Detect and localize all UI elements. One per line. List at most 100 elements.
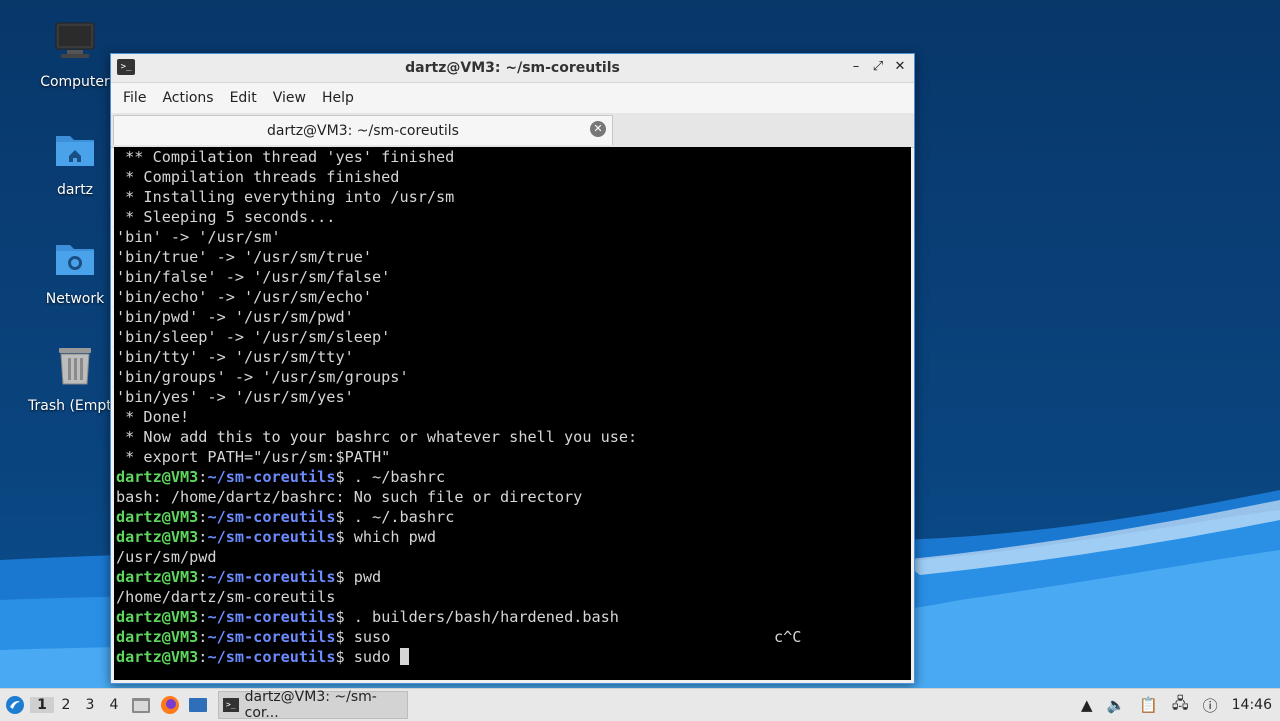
start-menu-button[interactable] <box>0 689 30 721</box>
line-text: 'bin/sleep' -> '/usr/sm/sleep' <box>116 328 391 346</box>
lubuntu-logo-icon <box>6 696 24 714</box>
task-label: dartz@VM3: ~/sm-cor... <box>244 689 377 721</box>
minimize-icon[interactable]: – <box>848 58 864 76</box>
terminal-command-line: dartz@VM3:~/sm-coreutils$ . builders/bas… <box>114 607 911 627</box>
line-text: /usr/sm/pwd <box>116 548 217 566</box>
terminal-output-line: 'bin/tty' -> '/usr/sm/tty' <box>114 347 911 367</box>
terminal-command-line: dartz@VM3:~/sm-coreutils$ suso c^C <box>114 627 911 647</box>
clipboard-icon[interactable]: 📋 <box>1139 696 1158 714</box>
terminal-command-line: dartz@VM3:~/sm-coreutils$ pwd <box>114 567 911 587</box>
terminal-output-line: /home/dartz/sm-coreutils <box>114 587 911 607</box>
volume-icon[interactable]: 🔈 <box>1107 696 1126 714</box>
terminal-output-line: * export PATH="/usr/sm:$PATH" <box>114 447 911 467</box>
prompt-path: ~/sm-coreutils <box>207 648 336 666</box>
terminal-output-line: 'bin/echo' -> '/usr/sm/echo' <box>114 287 911 307</box>
line-text: 'bin/tty' -> '/usr/sm/tty' <box>116 348 354 366</box>
terminal-command-line: dartz@VM3:~/sm-coreutils$ which pwd <box>114 527 911 547</box>
menu-view[interactable]: View <box>267 90 316 106</box>
prompt-dollar: $ <box>335 608 345 626</box>
terminal-output-line: 'bin/yes' -> '/usr/sm/yes' <box>114 387 911 407</box>
line-text: * Now add this to your bashrc or whateve… <box>116 428 638 446</box>
terminal-command-line: dartz@VM3:~/sm-coreutils$ . ~/bashrc <box>114 467 911 487</box>
line-text: pwd <box>344 568 382 586</box>
workspace-3[interactable]: 3 <box>78 697 102 713</box>
prompt-user: dartz@VM3 <box>116 568 199 586</box>
terminal-output-line: * Now add this to your bashrc or whateve… <box>114 427 911 447</box>
terminal-output-line: ** Compilation thread 'yes' finished <box>114 147 911 167</box>
workspace-2[interactable]: 2 <box>54 697 78 713</box>
menu-edit[interactable]: Edit <box>224 90 267 106</box>
tray-up-icon[interactable]: ▲ <box>1081 696 1093 714</box>
line-text: * Sleeping 5 seconds... <box>116 208 336 226</box>
window-title: dartz@VM3: ~/sm-coreutils <box>405 60 620 76</box>
terminal-task-icon: >_ <box>223 698 239 712</box>
terminal-app-icon: >_ <box>117 59 135 75</box>
ctrl-c-echo: c^C <box>774 628 802 646</box>
terminal-output-line: * Done! <box>114 407 911 427</box>
prompt-dollar: $ <box>335 628 345 646</box>
taskbar: 1 2 3 4 >_ dartz@VM3: ~/sm-cor... ▲ 🔈 📋 … <box>0 688 1280 721</box>
terminal-output-line: 'bin/pwd' -> '/usr/sm/pwd' <box>114 307 911 327</box>
menu-help[interactable]: Help <box>316 90 364 106</box>
prompt-user: dartz@VM3 <box>116 628 199 646</box>
prompt-user: dartz@VM3 <box>116 508 199 526</box>
prompt-dollar: $ <box>335 468 345 486</box>
show-desktop-button[interactable] <box>184 689 212 721</box>
line-text: * Installing everything into /usr/sm <box>116 188 455 206</box>
trash-icon <box>59 348 91 385</box>
firefox-launcher[interactable] <box>156 689 184 721</box>
network-tray-icon[interactable]: 🖧 <box>1172 693 1189 718</box>
update-notifier-icon[interactable]: ⓘ <box>1203 695 1218 716</box>
close-icon[interactable]: ✕ <box>892 58 908 76</box>
prompt-path: ~/sm-coreutils <box>207 568 336 586</box>
terminal-command-line: dartz@VM3:~/sm-coreutils$ sudo <box>114 647 911 667</box>
workspace-4[interactable]: 4 <box>102 697 126 713</box>
window-titlebar[interactable]: >_ dartz@VM3: ~/sm-coreutils – ⤢ ✕ <box>111 54 914 83</box>
line-text: sudo <box>344 648 400 666</box>
menu-file[interactable]: File <box>117 90 156 106</box>
menu-bar: File Actions Edit View Help <box>111 83 914 113</box>
prompt-path: ~/sm-coreutils <box>207 468 336 486</box>
file-manager-launcher[interactable] <box>126 689 156 721</box>
menu-actions[interactable]: Actions <box>156 90 223 106</box>
network-folder-icon <box>56 245 94 275</box>
prompt-path: ~/sm-coreutils <box>207 628 336 646</box>
line-text: . ~/bashrc <box>344 468 446 486</box>
file-manager-icon <box>132 698 150 713</box>
terminal-output-line: * Compilation threads finished <box>114 167 911 187</box>
firefox-icon <box>161 696 179 714</box>
prompt-dollar: $ <box>335 528 345 546</box>
prompt-path: ~/sm-coreutils <box>207 508 336 526</box>
clock[interactable]: 14:46 <box>1232 697 1272 713</box>
terminal-output-line: * Sleeping 5 seconds... <box>114 207 911 227</box>
tab-terminal[interactable]: dartz@VM3: ~/sm-coreutils ✕ <box>113 115 613 145</box>
terminal-output-line: 'bin/groups' -> '/usr/sm/groups' <box>114 367 911 387</box>
tab-bar: dartz@VM3: ~/sm-coreutils ✕ <box>111 113 914 148</box>
tab-close-icon[interactable]: ✕ <box>590 121 606 137</box>
prompt-user: dartz@VM3 <box>116 528 199 546</box>
home-folder-icon <box>56 136 94 166</box>
maximize-icon[interactable]: ⤢ <box>870 58 886 76</box>
terminal-output-line: 'bin/false' -> '/usr/sm/false' <box>114 267 911 287</box>
task-terminal[interactable]: >_ dartz@VM3: ~/sm-cor... <box>218 689 408 721</box>
terminal-output-line: bash: /home/dartz/bashrc: No such file o… <box>114 487 911 507</box>
terminal-window[interactable]: >_ dartz@VM3: ~/sm-coreutils – ⤢ ✕ File … <box>110 53 915 684</box>
line-text: * export PATH="/usr/sm:$PATH" <box>116 448 391 466</box>
line-text: 'bin/echo' -> '/usr/sm/echo' <box>116 288 373 306</box>
terminal-output-line: 'bin/true' -> '/usr/sm/true' <box>114 247 911 267</box>
line-text: /home/dartz/sm-coreutils <box>116 588 336 606</box>
prompt-user: dartz@VM3 <box>116 468 199 486</box>
text-cursor <box>399 648 409 665</box>
prompt-path: ~/sm-coreutils <box>207 608 336 626</box>
terminal-output-line: 'bin/sleep' -> '/usr/sm/sleep' <box>114 327 911 347</box>
line-text: which pwd <box>344 528 437 546</box>
terminal-output-line: 'bin' -> '/usr/sm' <box>114 227 911 247</box>
prompt-dollar: $ <box>335 568 345 586</box>
prompt-path: ~/sm-coreutils <box>207 528 336 546</box>
line-text: 'bin/yes' -> '/usr/sm/yes' <box>116 388 354 406</box>
terminal-output[interactable]: ** Compilation thread 'yes' finished * C… <box>114 147 911 680</box>
terminal-output-line: /usr/sm/pwd <box>114 547 911 567</box>
line-text: bash: /home/dartz/bashrc: No such file o… <box>116 488 583 506</box>
line-text: 'bin' -> '/usr/sm' <box>116 228 281 246</box>
workspace-1[interactable]: 1 <box>30 697 54 713</box>
